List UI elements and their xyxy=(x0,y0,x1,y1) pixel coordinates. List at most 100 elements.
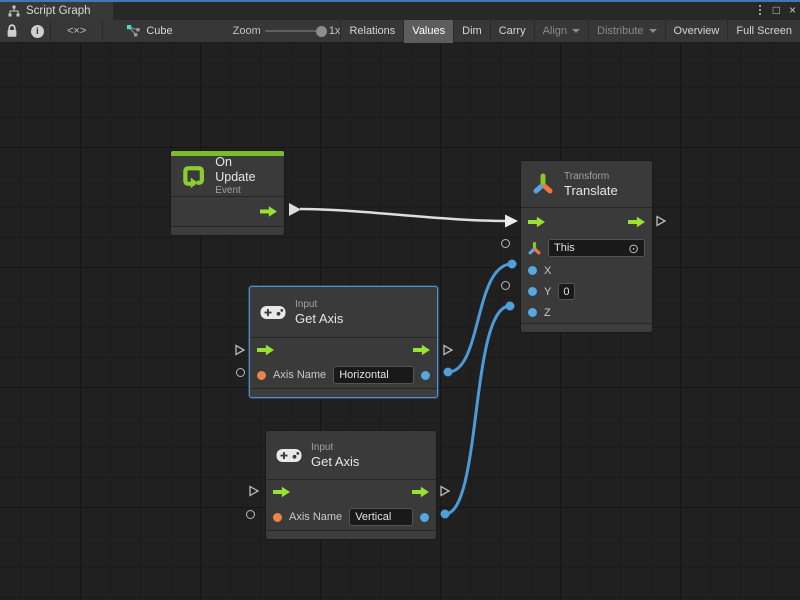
wire-endpoint xyxy=(506,302,515,311)
result-out-port[interactable] xyxy=(421,371,430,380)
control-ports-row xyxy=(250,338,437,362)
getaxis2-name-in-anchor[interactable] xyxy=(244,508,256,520)
translate-y-in-anchor[interactable] xyxy=(499,279,511,291)
node-footer xyxy=(521,323,652,332)
info-icon: i xyxy=(31,25,44,38)
window-menu-icon[interactable] xyxy=(756,3,764,17)
getaxis2-control-in-anchor[interactable] xyxy=(248,485,260,497)
zoom-slider[interactable] xyxy=(265,30,322,32)
port-label-x: X xyxy=(544,265,551,277)
z-value-port[interactable] xyxy=(528,308,537,317)
control-in-port[interactable] xyxy=(273,486,290,498)
control-wire-source-arrow xyxy=(289,203,301,216)
gamepad-icon xyxy=(260,304,286,321)
port-label-y: Y xyxy=(544,286,551,298)
axis-name-value: Horizontal xyxy=(339,369,389,381)
node-translate[interactable]: Transform Translate This ⊙ xyxy=(520,160,653,333)
control-ports-row xyxy=(521,208,652,236)
port-row-y: Y 0 xyxy=(521,281,652,302)
getaxis2-control-out-anchor[interactable] xyxy=(439,485,451,497)
axis-name-row: Axis Name Vertical xyxy=(266,504,436,530)
axis-name-row: Axis Name Horizontal xyxy=(250,362,437,388)
node-footer xyxy=(171,226,284,235)
axis-name-field[interactable]: Horizontal xyxy=(333,366,414,384)
distribute-dropdown[interactable]: Distribute xyxy=(588,20,664,43)
control-out-port[interactable] xyxy=(412,486,429,498)
zoom-slider-handle[interactable] xyxy=(316,26,327,37)
getaxis1-control-in-anchor[interactable] xyxy=(234,344,246,356)
getaxis1-control-out-anchor[interactable] xyxy=(442,344,454,356)
node-category: Input xyxy=(295,299,343,311)
maximize-icon[interactable]: □ xyxy=(773,2,780,18)
toolbar-separator xyxy=(102,20,103,43)
node-header: Transform Translate xyxy=(521,161,652,207)
axis-name-in-port[interactable] xyxy=(257,371,266,380)
distribute-label: Distribute xyxy=(597,25,643,37)
axis-name-in-port[interactable] xyxy=(273,513,282,522)
node-category: Input xyxy=(311,442,359,454)
graph-breadcrumb[interactable]: Cube xyxy=(119,20,180,43)
translate-control-out-anchor[interactable] xyxy=(655,215,667,227)
transform-icon xyxy=(531,172,555,196)
control-out-port[interactable] xyxy=(260,206,277,218)
axis-name-field[interactable]: Vertical xyxy=(349,508,413,526)
port-row-x: X xyxy=(521,260,652,281)
toolbar-right-buttons: Relations Values Dim Carry Align Distrib… xyxy=(340,20,800,43)
control-wire-dest-arrow xyxy=(505,215,518,228)
node-title-block: On Update Event xyxy=(215,155,274,197)
node-get-axis-vertical[interactable]: Input Get Axis Axis Name Vertical xyxy=(265,430,437,540)
lock-button[interactable] xyxy=(0,20,25,43)
node-title: Get Axis xyxy=(295,311,343,326)
zoom-value: 1x xyxy=(329,25,341,37)
fullscreen-button[interactable]: Full Screen xyxy=(727,20,800,43)
control-ports-row xyxy=(266,480,436,504)
axis-name-value: Vertical xyxy=(355,511,391,523)
node-get-axis-horizontal[interactable]: Input Get Axis Axis Name Horizontal xyxy=(249,286,438,398)
node-on-update[interactable]: On Update Event xyxy=(170,150,285,236)
inspect-button[interactable]: i xyxy=(25,20,50,43)
overview-button[interactable]: Overview xyxy=(665,20,728,43)
control-in-port[interactable] xyxy=(257,344,274,356)
x-value-port[interactable] xyxy=(528,266,537,275)
axis-name-label: Axis Name xyxy=(273,369,326,381)
target-object-field[interactable]: This ⊙ xyxy=(548,239,645,257)
wire-endpoint xyxy=(441,510,450,519)
result-out-port[interactable] xyxy=(420,513,429,522)
control-in-port[interactable] xyxy=(528,216,545,228)
tab-title: Script Graph xyxy=(26,5,91,17)
port-row-z: Z xyxy=(521,302,652,323)
values-button[interactable]: Values xyxy=(403,20,453,43)
control-wire[interactable] xyxy=(300,209,506,221)
align-dropdown[interactable]: Align xyxy=(534,20,588,43)
port-label-z: Z xyxy=(544,307,551,319)
node-title: Get Axis xyxy=(311,454,359,469)
node-header: Input Get Axis xyxy=(250,287,437,337)
close-icon[interactable]: × xyxy=(789,2,796,18)
graph-canvas[interactable]: On Update Event Transform Translat xyxy=(0,43,800,600)
align-label: Align xyxy=(543,25,567,37)
tab-script-graph[interactable]: Script Graph xyxy=(0,2,113,20)
relations-button[interactable]: Relations xyxy=(340,20,403,43)
dim-button[interactable]: Dim xyxy=(453,20,490,43)
node-title: On Update xyxy=(215,155,274,185)
node-footer xyxy=(266,530,436,539)
node-title-block: Input Get Axis xyxy=(311,442,359,469)
focused-window-indicator xyxy=(0,0,800,2)
control-out-port[interactable] xyxy=(628,216,645,228)
lock-icon xyxy=(6,24,18,38)
y-value-field[interactable]: 0 xyxy=(558,283,575,300)
carry-button[interactable]: Carry xyxy=(490,20,534,43)
graph-toolbar: i <×> Cube Zoom 1x Relations Values Dim … xyxy=(0,20,800,43)
object-picker-icon[interactable]: ⊙ xyxy=(628,242,639,255)
transform-mini-icon xyxy=(528,242,541,255)
y-value-port[interactable] xyxy=(528,287,537,296)
code-brackets-icon: <×> xyxy=(67,25,86,37)
translate-target-in-anchor[interactable] xyxy=(499,237,511,249)
preview-code-button[interactable]: <×> xyxy=(51,20,103,43)
node-header: On Update Event xyxy=(171,156,284,196)
value-wire-vertical-z[interactable] xyxy=(445,306,510,514)
graph-nodes-icon xyxy=(127,25,141,37)
getaxis1-name-in-anchor[interactable] xyxy=(234,366,246,378)
control-out-port[interactable] xyxy=(413,344,430,356)
graph-object-label: Cube xyxy=(146,25,172,37)
